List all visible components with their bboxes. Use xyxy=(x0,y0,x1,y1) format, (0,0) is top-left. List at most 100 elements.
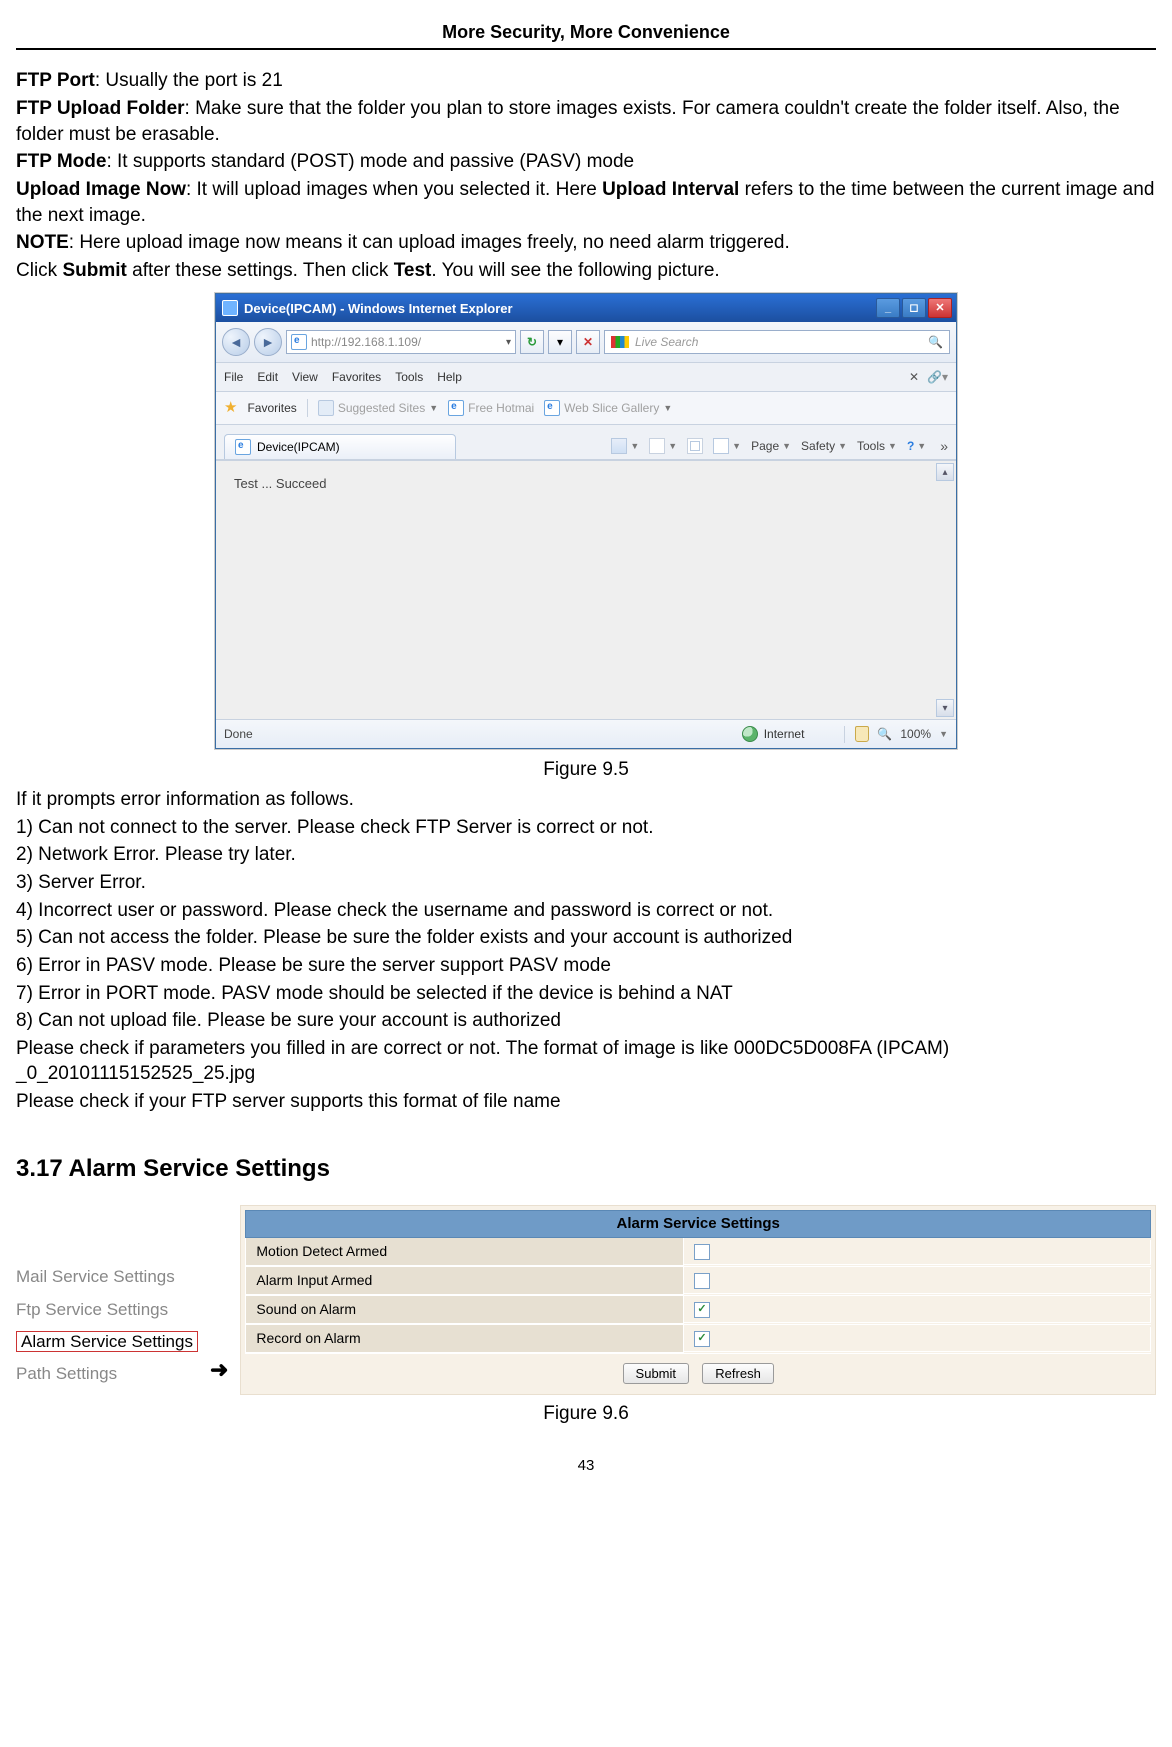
ie-page-icon xyxy=(291,334,307,350)
favorites-star-icon[interactable]: ★ xyxy=(224,398,237,418)
menu-help[interactable]: Help xyxy=(437,369,462,385)
alarm-figure: Mail Service Settings Ftp Service Settin… xyxy=(16,1205,1156,1394)
search-box[interactable]: Live Search 🔍 xyxy=(604,330,950,354)
compat-button[interactable]: ▾ xyxy=(548,330,572,354)
upload-now-label: Upload Image Now xyxy=(16,179,186,200)
upload-interval-bold: Upload Interval xyxy=(602,179,739,200)
status-done: Done xyxy=(224,726,253,742)
alarm-label-record: Record on Alarm xyxy=(245,1325,684,1353)
suggested-sites-label: Suggested Sites xyxy=(338,400,425,416)
zoom-level[interactable]: 100% xyxy=(900,726,931,742)
favorites-row: ★ Favorites Suggested Sites ▼ Free Hotma… xyxy=(216,392,956,425)
scrollbar-up[interactable]: ▴ xyxy=(936,463,954,481)
ftp-port-label: FTP Port xyxy=(16,70,95,91)
ftp-mode-label: FTP Mode xyxy=(16,151,106,172)
forward-button[interactable]: ► xyxy=(254,328,282,356)
tab-label: Device(IPCAM) xyxy=(257,439,340,455)
page-menu[interactable]: Page▼ xyxy=(751,438,791,454)
menu-tools[interactable]: Tools xyxy=(395,369,423,385)
safety-menu[interactable]: Safety▼ xyxy=(801,438,847,454)
print-button[interactable]: ▼ xyxy=(713,438,741,454)
mail-icon xyxy=(687,438,703,454)
menu-row: File Edit View Favorites Tools Help ✕ 🔗▾ xyxy=(216,363,956,392)
page-number: 43 xyxy=(16,1456,1156,1476)
menu-close-icon[interactable]: ✕ xyxy=(909,369,919,385)
settings-side-links: Mail Service Settings Ftp Service Settin… xyxy=(16,1261,198,1394)
tab-device[interactable]: Device(IPCAM) xyxy=(224,434,456,459)
ie-icon xyxy=(448,400,464,416)
checkbox-input[interactable] xyxy=(694,1273,710,1289)
error-list-block: If it prompts error information as follo… xyxy=(16,787,1156,1115)
error-4: 4) Incorrect user or password. Please ch… xyxy=(16,898,1156,924)
window-title: Device(IPCAM) - Windows Internet Explore… xyxy=(244,300,513,318)
alarm-row-motion: Motion Detect Armed xyxy=(245,1238,1151,1267)
link-alarm-settings-selected[interactable]: Alarm Service Settings xyxy=(16,1331,198,1352)
free-hotmail-link[interactable]: Free Hotmai xyxy=(448,400,534,416)
address-bar[interactable]: http://192.168.1.109/ ▾ xyxy=(286,330,516,354)
zoom-icon[interactable]: 🔍 xyxy=(877,726,892,742)
error-2: 2) Network Error. Please try later. xyxy=(16,842,1156,868)
error-7: 7) Error in PORT mode. PASV mode should … xyxy=(16,981,1156,1007)
link-path-settings[interactable]: Path Settings xyxy=(16,1358,198,1390)
search-icon[interactable]: 🔍 xyxy=(928,334,943,350)
alarm-label-sound: Sound on Alarm xyxy=(245,1296,684,1324)
site-icon xyxy=(318,400,334,416)
alarm-label-input: Alarm Input Armed xyxy=(245,1267,684,1295)
error-intro: If it prompts error information as follo… xyxy=(16,787,1156,813)
click-submit: Submit xyxy=(62,260,126,281)
menu-file[interactable]: File xyxy=(224,369,243,385)
tools-menu[interactable]: Tools▼ xyxy=(857,438,897,454)
back-button[interactable]: ◄ xyxy=(222,328,250,356)
ftp-folder-label: FTP Upload Folder xyxy=(16,98,185,119)
web-slice-link[interactable]: Web Slice Gallery ▼ xyxy=(544,400,672,416)
refresh-button[interactable]: ↻ xyxy=(520,330,544,354)
stop-button[interactable]: ✕ xyxy=(576,330,600,354)
suggested-sites-link[interactable]: Suggested Sites ▼ xyxy=(318,400,438,416)
address-text: http://192.168.1.109/ xyxy=(311,334,421,350)
home-button[interactable]: ▼ xyxy=(611,438,639,454)
chevron-down-icon: ▼ xyxy=(429,402,438,414)
minimize-button[interactable]: _ xyxy=(876,298,900,318)
scrollbar-down[interactable]: ▾ xyxy=(936,699,954,717)
alarm-panel: Alarm Service Settings Motion Detect Arm… xyxy=(240,1205,1156,1394)
alarm-row-input: Alarm Input Armed xyxy=(245,1267,1151,1296)
free-hotmail-label: Free Hotmai xyxy=(468,400,534,416)
click-a: Click xyxy=(16,260,62,281)
home-icon xyxy=(611,438,627,454)
alarm-row-sound: Sound on Alarm ✓ xyxy=(245,1296,1151,1325)
section-title: 3.17 Alarm Service Settings xyxy=(16,1153,1156,1185)
print-icon xyxy=(713,438,729,454)
test-result-text: Test ... Succeed xyxy=(234,476,327,491)
feeds-button[interactable]: ▼ xyxy=(649,438,677,454)
nav-row: ◄ ► http://192.168.1.109/ ▾ ↻ ▾ ✕ Live S… xyxy=(216,322,956,363)
close-button[interactable]: ✕ xyxy=(928,298,952,318)
checkbox-record[interactable]: ✓ xyxy=(694,1331,710,1347)
readmail-button[interactable] xyxy=(687,438,703,454)
click-b: after these settings. Then click xyxy=(127,260,394,281)
zoom-dropdown-icon[interactable]: ▼ xyxy=(939,728,948,740)
browser-window: Device(IPCAM) - Windows Internet Explore… xyxy=(215,293,957,749)
help-button[interactable]: ?▼ xyxy=(907,438,926,454)
chevron-down-icon: ▼ xyxy=(663,402,672,414)
globe-icon xyxy=(742,726,758,742)
checkbox-sound[interactable]: ✓ xyxy=(694,1302,710,1318)
menu-extra-icon[interactable]: 🔗▾ xyxy=(927,369,948,385)
link-ftp-settings[interactable]: Ftp Service Settings xyxy=(16,1294,198,1326)
maximize-button[interactable]: ◻ xyxy=(902,298,926,318)
link-mail-settings[interactable]: Mail Service Settings xyxy=(16,1261,198,1293)
checkbox-motion[interactable] xyxy=(694,1244,710,1260)
submit-button[interactable]: Submit xyxy=(623,1363,689,1384)
address-dropdown-icon[interactable]: ▾ xyxy=(506,336,511,350)
menu-favorites[interactable]: Favorites xyxy=(332,369,381,385)
alarm-row-record: Record on Alarm ✓ xyxy=(245,1325,1151,1354)
status-zone: Internet xyxy=(764,726,805,742)
help-icon: ? xyxy=(907,438,914,454)
menu-view[interactable]: View xyxy=(292,369,318,385)
check-params: Please check if parameters you filled in… xyxy=(16,1036,1156,1087)
refresh-button[interactable]: Refresh xyxy=(702,1363,774,1384)
more-chevron-icon[interactable]: » xyxy=(940,437,948,456)
menu-edit[interactable]: Edit xyxy=(257,369,278,385)
favorites-label[interactable]: Favorites xyxy=(247,400,296,416)
separator xyxy=(307,399,308,417)
search-provider-icon xyxy=(611,336,629,348)
